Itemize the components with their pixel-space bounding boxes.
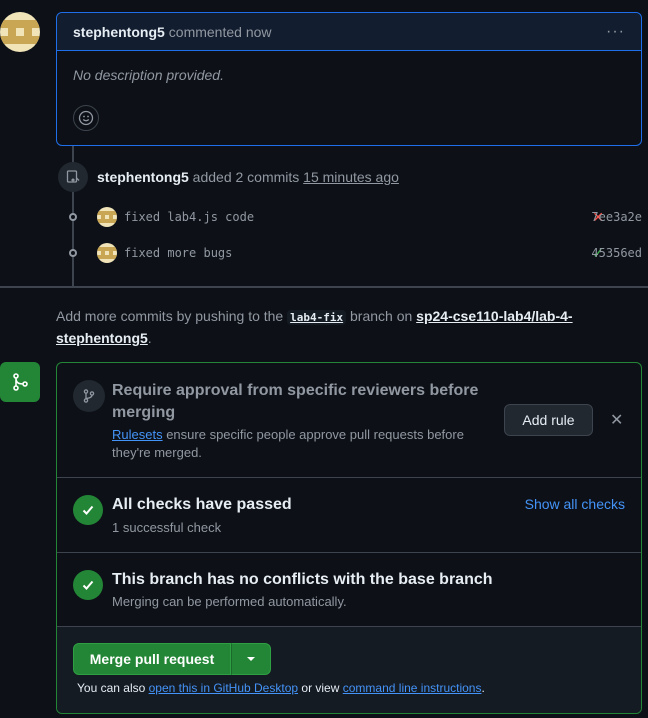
commenter-avatar[interactable] (0, 12, 40, 52)
commit-author-avatar[interactable] (97, 243, 117, 263)
push-action: added 2 commits (192, 169, 300, 185)
comment-box: stephentong5 commented now ··· No descri… (56, 12, 642, 146)
branch-info-suffix: . (147, 330, 152, 346)
comment-author[interactable]: stephentong5 (73, 24, 165, 40)
comment-body: No description provided. (73, 67, 224, 83)
add-reaction-button[interactable] (73, 105, 99, 131)
also-middle: or view (301, 681, 340, 695)
alternative-merge-text: You can also open this in GitHub Desktop… (77, 681, 485, 695)
commit-message[interactable]: fixed lab4.js code (124, 210, 254, 224)
merge-pull-request-button[interactable]: Merge pull request (73, 643, 231, 675)
also-suffix: . (481, 681, 485, 695)
commit-row[interactable]: fixed lab4.js code ✕ 7ee3a2e (64, 205, 644, 229)
branch-info: Add more commits by pushing to the lab4-… (56, 306, 636, 349)
commit-node-icon (64, 249, 82, 257)
push-author[interactable]: stephentong5 (97, 169, 189, 185)
commit-message[interactable]: fixed more bugs (124, 246, 232, 260)
merge-action-section: Merge pull request You can also open thi… (57, 627, 641, 713)
conflicts-section: This branch has no conflicts with the ba… (57, 553, 641, 627)
commit-row[interactable]: fixed more bugs ✓ 45356ed (64, 241, 644, 265)
merge-button-group: Merge pull request (73, 643, 271, 675)
merge-box: Require approval from specific reviewers… (56, 362, 642, 714)
smiley-icon (78, 110, 94, 126)
close-icon[interactable]: ✕ (610, 410, 623, 430)
caret-down-icon (247, 657, 255, 661)
push-time[interactable]: 15 minutes ago (303, 169, 399, 185)
checks-passed-icon (73, 495, 103, 525)
conflicts-title: This branch has no conflicts with the ba… (112, 571, 493, 588)
checks-section: All checks have passed 1 successful chec… (57, 478, 641, 553)
no-conflicts-icon (73, 570, 103, 600)
branch-review-icon (73, 380, 105, 412)
review-rule-description: Rulesets ensure specific people approve … (112, 426, 492, 462)
ruleset-section: Require approval from specific reviewers… (57, 363, 641, 478)
comment-timestamp: commented now (168, 23, 272, 40)
branch-name-link[interactable]: lab4-fix (287, 310, 347, 325)
conflicts-subtitle: Merging can be performed automatically. (112, 594, 347, 609)
branch-info-prefix: Add more commits by pushing to the (56, 308, 284, 324)
github-desktop-link[interactable]: open this in GitHub Desktop (149, 681, 298, 695)
show-all-checks-link[interactable]: Show all checks (525, 496, 625, 512)
git-merge-icon (0, 362, 40, 402)
review-desc-text: ensure specific people approve pull requ… (112, 427, 464, 460)
timeline-divider (0, 286, 648, 288)
rulesets-link[interactable]: Rulesets (112, 427, 163, 442)
commit-node-icon (64, 213, 82, 221)
push-event-text: stephentong5 added 2 commits 15 minutes … (97, 169, 399, 185)
repo-push-icon (58, 162, 88, 192)
also-prefix: You can also (77, 681, 146, 695)
comment-header: stephentong5 commented now ··· (57, 13, 641, 51)
review-rule-title: Require approval from specific reviewers… (112, 382, 479, 421)
checks-subtitle: 1 successful check (112, 520, 222, 535)
checks-title: All checks have passed (112, 496, 292, 513)
commit-author-avatar[interactable] (97, 207, 117, 227)
kebab-menu-icon[interactable]: ··· (606, 23, 625, 41)
add-rule-button[interactable]: Add rule (504, 404, 593, 436)
commit-sha[interactable]: 7ee3a2e (591, 210, 642, 224)
merge-options-dropdown[interactable] (231, 643, 271, 675)
branch-info-middle: branch on (350, 308, 413, 324)
command-line-link[interactable]: command line instructions (343, 681, 482, 695)
commit-sha[interactable]: 45356ed (591, 246, 642, 260)
